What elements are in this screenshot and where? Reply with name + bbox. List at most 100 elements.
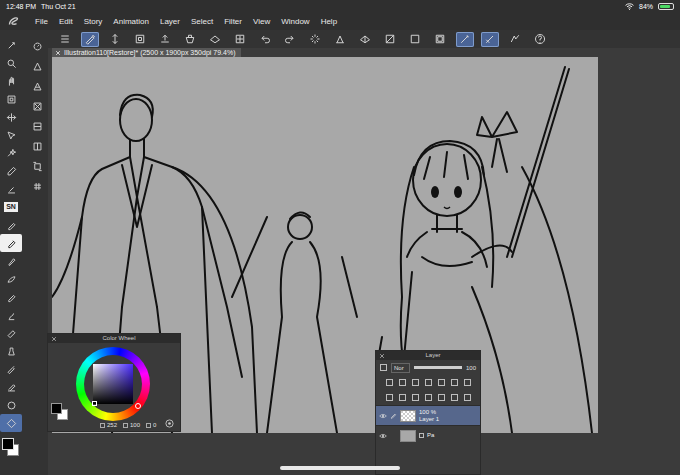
- command-button[interactable]: [256, 32, 274, 47]
- sub-tool-button[interactable]: [26, 138, 48, 154]
- command-button[interactable]: [406, 32, 424, 47]
- tool-button[interactable]: [0, 126, 22, 144]
- layer-tool-icon[interactable]: [451, 379, 458, 386]
- command-button[interactable]: [381, 32, 399, 47]
- layer-tool-icon[interactable]: [399, 394, 406, 401]
- tool-button[interactable]: [0, 252, 22, 270]
- tool-button[interactable]: [0, 306, 22, 324]
- document-tab[interactable]: Illustration110[Restore]* (2500 x 1900px…: [52, 48, 241, 57]
- menu-item[interactable]: Layer: [160, 17, 180, 26]
- eye-icon[interactable]: [379, 433, 387, 439]
- sub-tool-button[interactable]: [26, 98, 48, 114]
- hue-marker[interactable]: [135, 403, 141, 409]
- close-icon[interactable]: [51, 336, 57, 342]
- main-color-swatch[interactable]: [2, 438, 14, 450]
- menu-item[interactable]: Animation: [113, 17, 149, 26]
- color-value[interactable]: 252: [100, 421, 117, 429]
- command-button[interactable]: [156, 32, 174, 47]
- color-marker[interactable]: [92, 401, 97, 406]
- layer-tool-icon[interactable]: [438, 379, 445, 386]
- tool-button[interactable]: [0, 324, 22, 342]
- main-color-swatch[interactable]: [51, 403, 62, 414]
- menu-item[interactable]: Story: [84, 17, 103, 26]
- tool-button[interactable]: [0, 72, 22, 90]
- layer-tool-icon[interactable]: [412, 394, 419, 401]
- command-button[interactable]: [81, 32, 99, 47]
- tool-button[interactable]: [0, 414, 22, 432]
- tool-button[interactable]: [0, 360, 22, 378]
- command-button[interactable]: [506, 32, 524, 47]
- command-button[interactable]: [106, 32, 124, 47]
- tool-button[interactable]: [0, 234, 22, 252]
- command-button[interactable]: [181, 32, 199, 47]
- command-button[interactable]: [56, 32, 74, 47]
- command-button[interactable]: [306, 32, 324, 47]
- color-value[interactable]: 0: [146, 421, 156, 429]
- sub-tool-button[interactable]: [26, 78, 48, 94]
- tool-button[interactable]: [0, 90, 22, 108]
- mode-icon[interactable]: [165, 419, 174, 428]
- command-button[interactable]: [231, 32, 249, 47]
- tool-button[interactable]: SN: [0, 198, 22, 216]
- menu-item[interactable]: Help: [321, 17, 337, 26]
- layer-row[interactable]: Pa: [376, 425, 480, 445]
- tool-button[interactable]: [0, 162, 22, 180]
- layer-mode-icon[interactable]: [380, 364, 387, 371]
- close-icon[interactable]: [55, 50, 61, 56]
- sub-tool-button[interactable]: [26, 118, 48, 134]
- tool-button[interactable]: [0, 108, 22, 126]
- layer-tool-icon[interactable]: [399, 379, 406, 386]
- home-indicator[interactable]: [280, 466, 400, 470]
- menu-item[interactable]: File: [35, 17, 48, 26]
- tool-button[interactable]: [0, 270, 22, 288]
- blend-mode-dropdown[interactable]: Nor: [391, 363, 410, 373]
- command-icon: [109, 33, 121, 45]
- layer-tool-icon[interactable]: [425, 379, 432, 386]
- layer-tool-icon[interactable]: [438, 394, 445, 401]
- tool-button[interactable]: [0, 144, 22, 162]
- sub-tool-button[interactable]: [26, 38, 48, 54]
- menu-item[interactable]: Edit: [59, 17, 73, 26]
- tool-icon: [6, 40, 17, 51]
- layer-tool-icon[interactable]: [412, 379, 419, 386]
- command-button[interactable]: [456, 32, 474, 47]
- eye-icon[interactable]: [379, 413, 387, 419]
- layer-tool-icon[interactable]: [425, 394, 432, 401]
- close-icon[interactable]: [379, 353, 385, 359]
- layer-tool-icon[interactable]: [464, 394, 471, 401]
- command-button[interactable]: [331, 32, 349, 47]
- layer-tool-icon[interactable]: [464, 379, 471, 386]
- sub-tool-button[interactable]: [26, 58, 48, 74]
- command-button[interactable]: [131, 32, 149, 47]
- layer-tool-icon[interactable]: [386, 394, 393, 401]
- menu-item[interactable]: Window: [281, 17, 309, 26]
- tool-button[interactable]: [0, 378, 22, 396]
- menu-item[interactable]: Select: [191, 17, 213, 26]
- command-button[interactable]: [206, 32, 224, 47]
- tool-button[interactable]: [0, 180, 22, 198]
- sub-tool-button[interactable]: [26, 158, 48, 174]
- command-button[interactable]: [356, 32, 374, 47]
- tool-button[interactable]: [0, 36, 22, 54]
- layer-tool-icon[interactable]: [386, 379, 393, 386]
- tool-button[interactable]: [0, 342, 22, 360]
- command-button[interactable]: [431, 32, 449, 47]
- command-button[interactable]: [531, 32, 549, 47]
- color-value[interactable]: 100: [123, 421, 140, 429]
- menu-item[interactable]: View: [253, 17, 270, 26]
- tool-button[interactable]: [0, 396, 22, 414]
- app-logo-icon[interactable]: [6, 14, 20, 28]
- opacity-value[interactable]: 100: [466, 364, 476, 372]
- saturation-value-square[interactable]: [93, 364, 133, 404]
- sub-tool-button[interactable]: [26, 178, 48, 194]
- layer-tool-icon[interactable]: [451, 394, 458, 401]
- tool-button[interactable]: [0, 54, 22, 72]
- opacity-slider[interactable]: [414, 366, 462, 369]
- layer-row[interactable]: 100 %Layer 1: [376, 405, 480, 425]
- tool-button[interactable]: [0, 288, 22, 306]
- tool-icon: [6, 94, 17, 105]
- command-button[interactable]: [481, 32, 499, 47]
- command-button[interactable]: [281, 32, 299, 47]
- tool-button[interactable]: [0, 216, 22, 234]
- menu-item[interactable]: Filter: [224, 17, 242, 26]
